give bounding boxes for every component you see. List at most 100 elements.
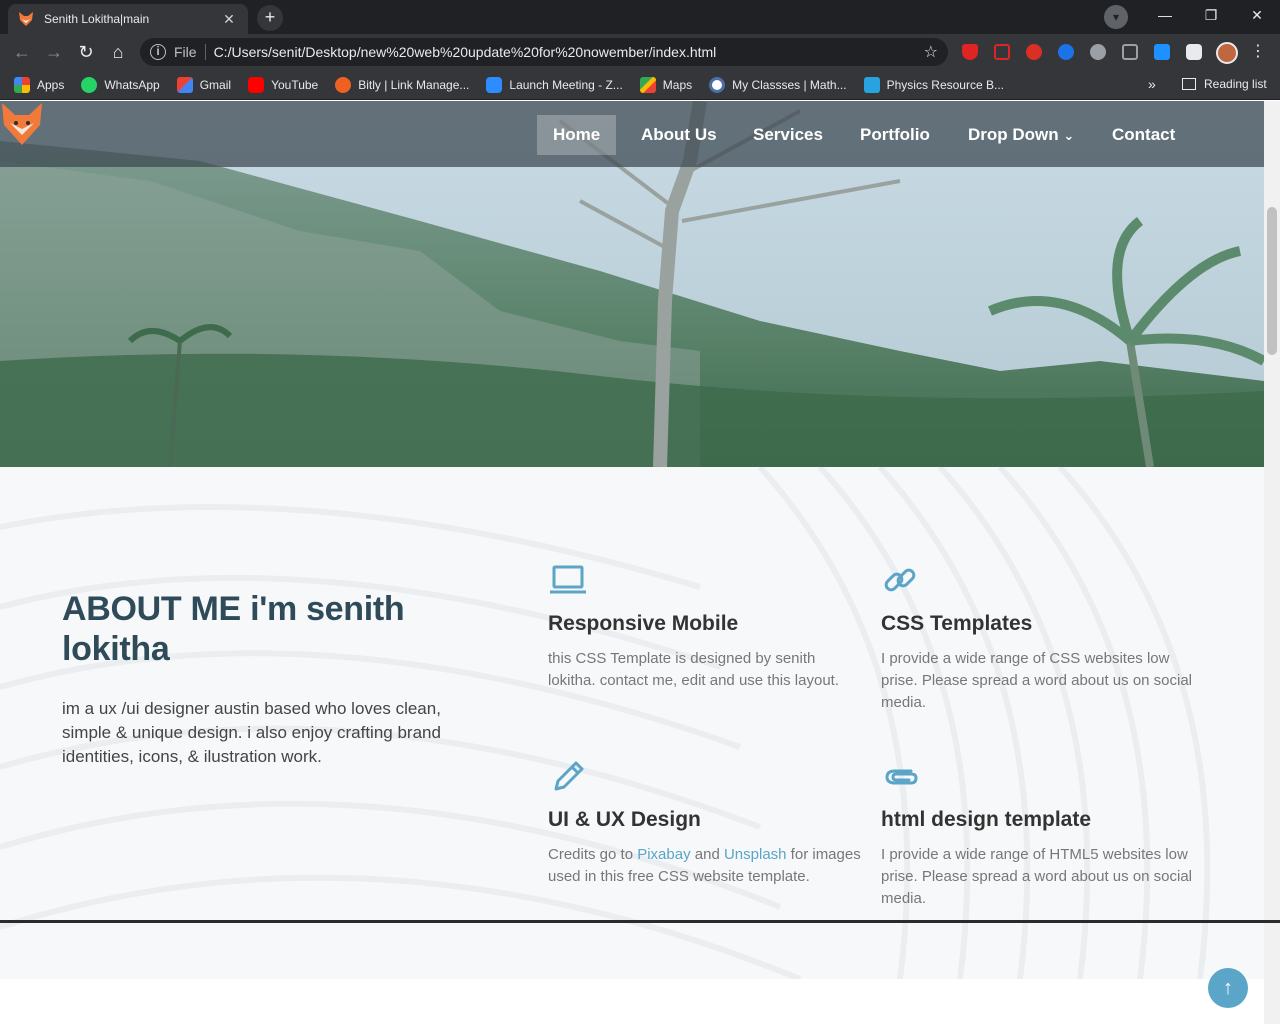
wordpress-extension-icon[interactable] bbox=[1090, 44, 1106, 60]
feature-title: Responsive Mobile bbox=[548, 612, 739, 635]
home-button[interactable]: ⌂ bbox=[106, 41, 130, 65]
about-intro: im a ux /ui designer austin based who lo… bbox=[62, 699, 441, 766]
forward-button[interactable]: → bbox=[42, 41, 66, 65]
bookmark-youtube[interactable]: YouTube bbox=[248, 76, 319, 93]
more-bookmarks-icon[interactable]: » bbox=[1148, 76, 1156, 92]
shield-extension-icon[interactable] bbox=[962, 44, 978, 60]
tab-title: Senith Lokitha|main bbox=[44, 12, 150, 26]
classes-icon bbox=[709, 76, 726, 93]
feature-ui-ux-design: UI & UX Design Credits go to Pixabay and… bbox=[548, 757, 866, 888]
tab-search-button[interactable]: ▾ bbox=[1104, 5, 1128, 29]
tab-strip: Senith Lokitha|main ✕ + ▾ — ❐ ✕ bbox=[0, 0, 1280, 34]
credits-text: Credits go to bbox=[548, 846, 638, 863]
about-section: ABOUT ME i'm senith lokitha im a ux /ui … bbox=[0, 467, 1264, 979]
back-to-top-button[interactable]: ↑ bbox=[1208, 968, 1248, 1008]
tab-close-icon[interactable]: ✕ bbox=[220, 11, 238, 28]
nav-home[interactable]: Home bbox=[537, 115, 617, 155]
url-text[interactable]: C:/Users/senit/Desktop/new%20web%20updat… bbox=[214, 44, 924, 60]
puzzle-extensions-icon[interactable] bbox=[1186, 44, 1202, 60]
feature-title: html design template bbox=[881, 808, 1092, 831]
bookmark-label: Maps bbox=[662, 77, 693, 92]
address-separator bbox=[204, 44, 206, 60]
page-viewport: Home About Us Services Portfolio Drop Do… bbox=[0, 101, 1280, 1024]
address-bar[interactable]: i File C:/Users/senit/Desktop/new%20web%… bbox=[140, 38, 948, 66]
window-bottom-edge bbox=[0, 920, 1280, 923]
feature-text: Credits go to Pixabay and Unsplash for i… bbox=[548, 844, 866, 888]
credits-and: and bbox=[690, 846, 724, 863]
about-heading: ABOUT ME i'm senith lokitha bbox=[62, 590, 405, 668]
feature-text: I provide a wide range of CSS websites l… bbox=[881, 650, 1193, 711]
whatsapp-icon bbox=[81, 76, 98, 93]
browser-menu-icon[interactable]: ⋮ bbox=[1250, 41, 1266, 61]
chart-extension-icon[interactable] bbox=[1122, 44, 1138, 60]
feature-title: UI & UX Design bbox=[548, 808, 701, 831]
restore-button[interactable]: ❐ bbox=[1188, 0, 1234, 32]
reading-list-button[interactable]: Reading list bbox=[1182, 77, 1267, 91]
bitly-icon bbox=[335, 76, 352, 93]
arrow-up-icon: ↑ bbox=[1223, 977, 1233, 999]
unsplash-link[interactable]: Unsplash bbox=[724, 846, 787, 863]
scrollbar-thumb[interactable] bbox=[1267, 207, 1277, 355]
site-navbar: Home About Us Services Portfolio Drop Do… bbox=[0, 101, 1264, 167]
feature-title: CSS Templates bbox=[881, 612, 1033, 635]
gmail-icon bbox=[176, 76, 193, 93]
page-scrollbar[interactable] bbox=[1264, 101, 1280, 1024]
fox-logo-icon[interactable] bbox=[0, 101, 44, 147]
fox-favicon-icon bbox=[19, 12, 33, 26]
nav-services[interactable]: Services bbox=[737, 115, 839, 155]
minimize-button[interactable]: — bbox=[1142, 0, 1188, 32]
bookmark-gmail[interactable]: Gmail bbox=[176, 76, 231, 93]
feature-css-templates: CSS Templates I provide a wide range of … bbox=[881, 561, 1199, 714]
chevron-down-icon: ⌄ bbox=[1063, 128, 1075, 143]
youtube-icon bbox=[248, 76, 265, 93]
feature-html-design-template: html design template I provide a wide ra… bbox=[881, 757, 1199, 910]
bookmark-classes[interactable]: My Classses | Math... bbox=[709, 76, 847, 93]
c-extension-icon[interactable] bbox=[1058, 44, 1074, 60]
link-icon bbox=[884, 568, 916, 592]
browser-tab[interactable]: Senith Lokitha|main ✕ bbox=[8, 4, 248, 34]
record-extension-icon[interactable] bbox=[1026, 44, 1042, 60]
bookmark-bitly[interactable]: Bitly | Link Manage... bbox=[335, 76, 470, 93]
reload-button[interactable]: ↻ bbox=[74, 41, 98, 65]
site-info-icon[interactable]: i bbox=[150, 44, 166, 60]
laptop-icon bbox=[550, 565, 586, 594]
bookmark-zoom[interactable]: Launch Meeting - Z... bbox=[486, 76, 623, 93]
paperclip-icon bbox=[885, 769, 918, 785]
browser-toolbar: ← → ↻ ⌂ i File C:/Users/senit/Desktop/ne… bbox=[0, 34, 1280, 70]
pixabay-link[interactable]: Pixabay bbox=[637, 846, 690, 863]
bookmark-star-icon[interactable]: ☆ bbox=[924, 42, 938, 62]
nav-drop-down-label: Drop Down bbox=[968, 125, 1059, 144]
reading-list-label: Reading list bbox=[1204, 77, 1267, 91]
hero-image: Home About Us Services Portfolio Drop Do… bbox=[0, 101, 1264, 467]
bookmark-maps[interactable]: Maps bbox=[639, 76, 693, 93]
bookmark-label: Apps bbox=[37, 77, 65, 92]
bookmark-label: WhatsApp bbox=[104, 77, 160, 92]
bookmark-physics[interactable]: Physics Resource B... bbox=[863, 76, 1004, 93]
bookmark-label: Launch Meeting - Z... bbox=[509, 77, 623, 92]
bookmark-label: My Classses | Math... bbox=[732, 77, 847, 92]
new-tab-button[interactable]: + bbox=[257, 5, 283, 31]
bookmark-label: Physics Resource B... bbox=[886, 77, 1004, 92]
nav-contact[interactable]: Contact bbox=[1096, 115, 1191, 155]
bookmark-label: YouTube bbox=[271, 77, 319, 92]
next-section-edge bbox=[0, 979, 1264, 1024]
cart-extension-icon[interactable] bbox=[994, 44, 1010, 60]
screen-extension-icon[interactable] bbox=[1154, 44, 1170, 60]
pencil-icon bbox=[554, 761, 584, 791]
nav-drop-down[interactable]: Drop Down ⌄ bbox=[952, 115, 1090, 155]
maps-icon bbox=[639, 76, 656, 93]
window-close-button[interactable]: ✕ bbox=[1234, 0, 1280, 32]
reading-list-icon bbox=[1182, 78, 1196, 90]
bookmark-whatsapp[interactable]: WhatsApp bbox=[81, 76, 160, 93]
physics-icon bbox=[863, 76, 880, 93]
feature-text: I provide a wide range of HTML5 websites… bbox=[881, 846, 1193, 907]
back-button[interactable]: ← bbox=[10, 41, 34, 65]
bookmark-apps[interactable]: Apps bbox=[14, 76, 65, 93]
nav-portfolio[interactable]: Portfolio bbox=[844, 115, 946, 155]
profile-avatar[interactable] bbox=[1216, 42, 1238, 64]
nav-about-us[interactable]: About Us bbox=[625, 115, 733, 155]
url-scheme: File bbox=[174, 44, 197, 60]
apps-grid-icon bbox=[14, 76, 30, 93]
bookmark-label: Bitly | Link Manage... bbox=[358, 77, 470, 92]
feature-responsive-mobile: Responsive Mobile this CSS Template is d… bbox=[548, 561, 866, 692]
